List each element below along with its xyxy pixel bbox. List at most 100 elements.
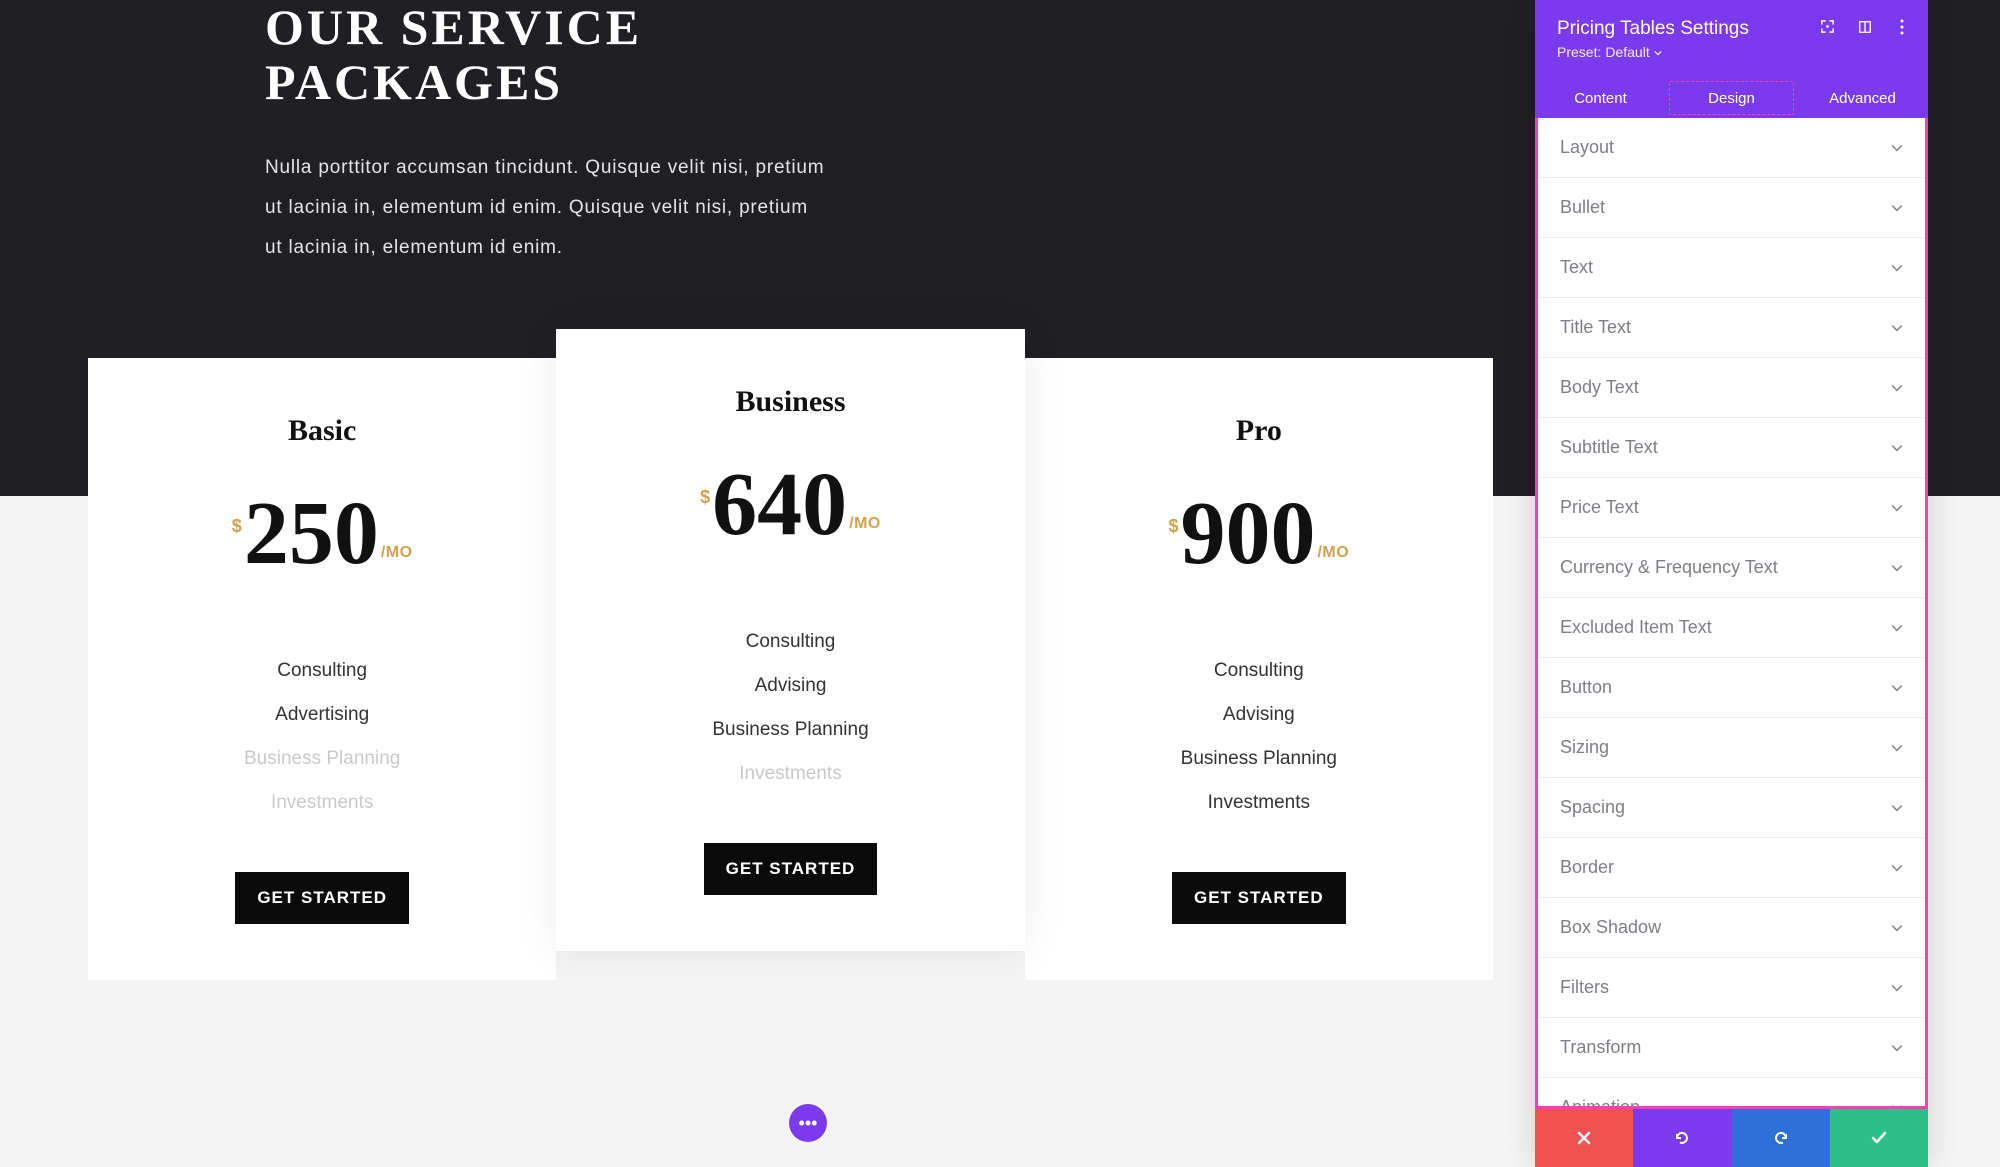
hero-body: Nulla porttitor accumsan tincidunt. Quis… — [265, 148, 825, 268]
accordion-spacing[interactable]: Spacing — [1538, 778, 1925, 838]
feature-item: Advising — [1055, 704, 1463, 726]
accordion-label: Title Text — [1560, 317, 1631, 338]
accordion-label: Subtitle Text — [1560, 437, 1658, 458]
pricing-tables[interactable]: Basic $ 250 /MO Consulting Advertising B… — [88, 358, 1493, 980]
settings-panel[interactable]: Pricing Tables Settings Preset: Default … — [1535, 0, 1928, 1167]
redo-icon — [1772, 1129, 1790, 1147]
page-title: OUR SERVICE PACKAGES — [265, 0, 1735, 110]
chevron-down-icon — [1891, 802, 1903, 814]
feature-item-excluded: Investments — [118, 792, 526, 814]
accordion-layout[interactable]: Layout — [1538, 118, 1925, 178]
currency: $ — [232, 516, 242, 537]
price-value: 900 — [1180, 498, 1315, 570]
tab-design[interactable]: Design — [1666, 78, 1797, 118]
tab-content[interactable]: Content — [1535, 78, 1666, 118]
tier-name: Pro — [1055, 414, 1463, 448]
chevron-down-icon — [1891, 682, 1903, 694]
panel-header-icons — [1819, 18, 1910, 35]
feature-item: Business Planning — [586, 719, 994, 741]
more-options-fab[interactable]: ••• — [789, 1104, 827, 1142]
collapse-icon[interactable] — [1856, 18, 1873, 35]
accordion-label: Border — [1560, 857, 1614, 878]
accordion-box-shadow[interactable]: Box Shadow — [1538, 898, 1925, 958]
chevron-down-icon — [1891, 562, 1903, 574]
pricing-card-pro[interactable]: Pro $ 900 /MO Consulting Advising Busine… — [1025, 358, 1493, 980]
feature-item: Consulting — [1055, 660, 1463, 682]
accordion-label: Excluded Item Text — [1560, 617, 1712, 638]
redo-button[interactable] — [1732, 1109, 1830, 1167]
accordion-label: Filters — [1560, 977, 1609, 998]
cancel-button[interactable] — [1535, 1109, 1633, 1167]
chevron-down-icon — [1891, 1042, 1903, 1054]
accordion-label: Text — [1560, 257, 1593, 278]
accordion-button[interactable]: Button — [1538, 658, 1925, 718]
accordion-label: Layout — [1560, 137, 1614, 158]
chevron-down-icon — [1891, 922, 1903, 934]
check-icon — [1870, 1129, 1888, 1147]
price-value: 250 — [244, 498, 379, 570]
chevron-down-icon — [1891, 1102, 1903, 1110]
accordion-label: Button — [1560, 677, 1612, 698]
expand-icon[interactable] — [1819, 18, 1836, 35]
feature-item: Business Planning — [1055, 748, 1463, 770]
accordion-body-text[interactable]: Body Text — [1538, 358, 1925, 418]
pricing-card-business[interactable]: Business $ 640 /MO Consulting Advising B… — [556, 329, 1024, 951]
feature-item: Consulting — [586, 631, 994, 653]
feature-item: Investments — [1055, 792, 1463, 814]
panel-preset[interactable]: Preset: Default — [1557, 44, 1906, 60]
title-line-1: OUR SERVICE — [265, 0, 642, 55]
accordion-label: Sizing — [1560, 737, 1609, 758]
feature-item-excluded: Investments — [586, 763, 994, 785]
price-row: $ 250 /MO — [118, 498, 526, 570]
chevron-down-icon — [1891, 442, 1903, 454]
tier-name: Business — [586, 385, 994, 419]
chevron-down-icon — [1891, 142, 1903, 154]
accordion-title-text[interactable]: Title Text — [1538, 298, 1925, 358]
panel-header[interactable]: Pricing Tables Settings Preset: Default — [1535, 0, 1928, 78]
accordion-price-text[interactable]: Price Text — [1538, 478, 1925, 538]
preset-value: Default — [1605, 44, 1649, 60]
accordion-label: Body Text — [1560, 377, 1639, 398]
price-frequency: /MO — [1317, 544, 1349, 562]
chevron-down-icon — [1891, 262, 1903, 274]
undo-button[interactable] — [1633, 1109, 1731, 1167]
chevron-down-icon — [1891, 202, 1903, 214]
panel-footer — [1535, 1109, 1928, 1167]
accordion-label: Currency & Frequency Text — [1560, 557, 1778, 578]
accordion-label: Animation — [1560, 1097, 1640, 1109]
kebab-menu-icon[interactable] — [1893, 18, 1910, 35]
accordion-bullet[interactable]: Bullet — [1538, 178, 1925, 238]
preset-label: Preset: — [1557, 44, 1601, 60]
accordion-sizing[interactable]: Sizing — [1538, 718, 1925, 778]
accordion-animation[interactable]: Animation — [1538, 1078, 1925, 1109]
accordion-label: Bullet — [1560, 197, 1605, 218]
undo-icon — [1673, 1129, 1691, 1147]
currency: $ — [1168, 516, 1178, 537]
tab-advanced[interactable]: Advanced — [1797, 78, 1928, 118]
save-button[interactable] — [1830, 1109, 1928, 1167]
accordion-subtitle-text[interactable]: Subtitle Text — [1538, 418, 1925, 478]
feature-item: Consulting — [118, 660, 526, 682]
feature-item: Advertising — [118, 704, 526, 726]
currency: $ — [700, 487, 710, 508]
accordion-excluded-item-text[interactable]: Excluded Item Text — [1538, 598, 1925, 658]
price-frequency: /MO — [849, 515, 881, 533]
pricing-card-basic[interactable]: Basic $ 250 /MO Consulting Advertising B… — [88, 358, 556, 980]
close-icon — [1577, 1131, 1591, 1145]
feature-list: Consulting Advising Business Planning In… — [586, 631, 994, 785]
accordion-border[interactable]: Border — [1538, 838, 1925, 898]
get-started-button[interactable]: GET STARTED — [1172, 872, 1346, 924]
get-started-button[interactable]: GET STARTED — [704, 843, 878, 895]
chevron-down-icon — [1891, 382, 1903, 394]
panel-body[interactable]: Layout Bullet Text Title Text Body Text … — [1535, 118, 1928, 1109]
accordion-filters[interactable]: Filters — [1538, 958, 1925, 1018]
feature-item-excluded: Business Planning — [118, 748, 526, 770]
chevron-down-icon — [1891, 622, 1903, 634]
accordion-text[interactable]: Text — [1538, 238, 1925, 298]
get-started-button[interactable]: GET STARTED — [235, 872, 409, 924]
feature-list: Consulting Advertising Business Planning… — [118, 660, 526, 814]
panel-tabs: Content Design Advanced — [1535, 78, 1928, 118]
price-frequency: /MO — [381, 544, 413, 562]
accordion-currency-frequency-text[interactable]: Currency & Frequency Text — [1538, 538, 1925, 598]
accordion-transform[interactable]: Transform — [1538, 1018, 1925, 1078]
